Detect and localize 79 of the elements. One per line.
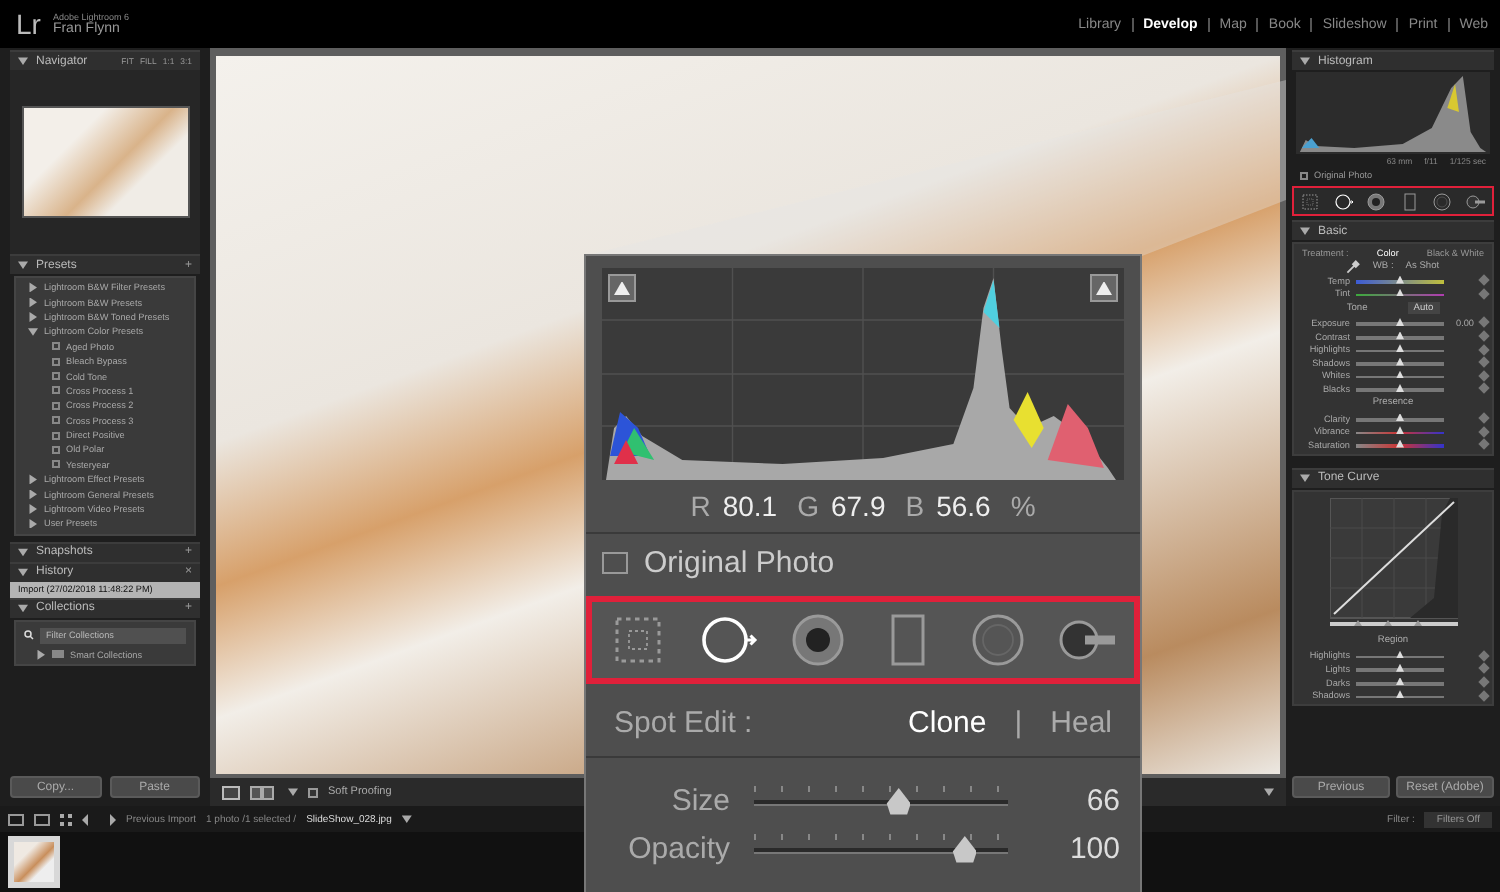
slider-label: Opacity [626,831,730,865]
slider[interactable] [754,782,1008,818]
slider-thumb[interactable] [1396,370,1404,379]
circle-icon[interactable] [1432,191,1453,211]
slider[interactable] [1356,690,1444,701]
channel-peak [1301,138,1320,148]
forward-arrow-icon[interactable] [104,813,116,825]
separator-text: | [1014,705,1023,739]
slider-thumb[interactable] [1396,663,1404,672]
loupe-view-icon[interactable] [222,785,240,799]
slider-value: 66 [1084,783,1120,817]
eyedropper-icon[interactable] [1346,260,1361,274]
slider[interactable] [754,830,1008,866]
channel-value: 80.1 [722,490,778,522]
slider[interactable] [1356,317,1444,328]
slider-thumb[interactable] [1396,677,1404,686]
caret-icon[interactable] [401,814,412,824]
slider[interactable] [1356,426,1444,437]
slider-thumb[interactable] [1396,690,1404,699]
slider-thumb[interactable] [1396,317,1404,326]
slider-thumb[interactable] [1396,331,1404,340]
slider[interactable] [1356,677,1444,688]
checkbox[interactable] [602,552,628,574]
slider-thumb[interactable] [1396,288,1404,297]
folder-icon [52,650,64,659]
checkbox-label: Original Photo [644,546,835,580]
slider[interactable] [1356,344,1444,355]
circle-icon[interactable] [968,610,1029,670]
eye-icon[interactable] [1366,191,1387,211]
slider[interactable] [1356,439,1444,450]
grid-icon[interactable] [60,813,72,825]
slider-thumb[interactable] [1396,275,1404,284]
filmstrip-thumbnail[interactable] [8,836,60,888]
slider-value: 100 [1067,831,1120,865]
brush-icon[interactable] [1465,191,1486,211]
highlight-clipping-button[interactable] [1090,274,1118,302]
channel-peak [983,280,1000,328]
slider-thumb[interactable] [1396,383,1404,392]
before-after-icon[interactable] [250,785,278,799]
slider[interactable] [1356,650,1444,661]
channel-peak [1047,404,1104,468]
channel-value: 56.6 [936,490,991,522]
slider[interactable] [1356,288,1444,299]
checkbox[interactable] [308,787,318,797]
tone-curve-drawing[interactable] [1329,497,1457,630]
spot-edit-label: Spot Edit : [614,705,755,739]
slider-thumb[interactable] [1396,439,1404,448]
channel-peak [1447,84,1459,112]
slider-thumb[interactable] [1396,357,1404,366]
slider[interactable] [1356,331,1444,342]
eye-icon[interactable] [787,610,848,670]
search-icon [24,630,34,641]
slider[interactable] [1356,357,1444,368]
slider[interactable] [1356,663,1444,674]
caret-icon[interactable] [288,787,298,797]
shadow-clipping-button[interactable] [608,274,636,302]
slider[interactable] [1356,413,1444,424]
channel-label: R [690,490,711,522]
back-arrow-icon[interactable] [82,813,94,825]
slider[interactable] [1356,275,1444,286]
app-logo: Lr [16,8,41,40]
slider-thumb[interactable] [1396,344,1404,353]
channel-peak [1013,392,1044,448]
slider-thumb[interactable] [1396,650,1404,659]
checkbox[interactable] [1300,171,1308,179]
channel-label: B [905,490,925,522]
channel-label: G [797,490,819,522]
slider-thumb[interactable] [952,836,977,864]
mode-option[interactable]: Heal [1050,705,1112,739]
mode-option[interactable]: Clone [908,705,987,739]
slider-thumb[interactable] [886,788,911,816]
slider-thumb[interactable] [1396,413,1404,422]
unit-label: % [1010,490,1036,522]
channel-value: 67.9 [830,490,886,522]
caret-icon[interactable] [1264,787,1274,797]
slider-thumb[interactable] [1396,426,1404,435]
slider[interactable] [1356,370,1444,381]
slider[interactable] [1356,383,1444,394]
slider-label: Size [669,783,730,817]
